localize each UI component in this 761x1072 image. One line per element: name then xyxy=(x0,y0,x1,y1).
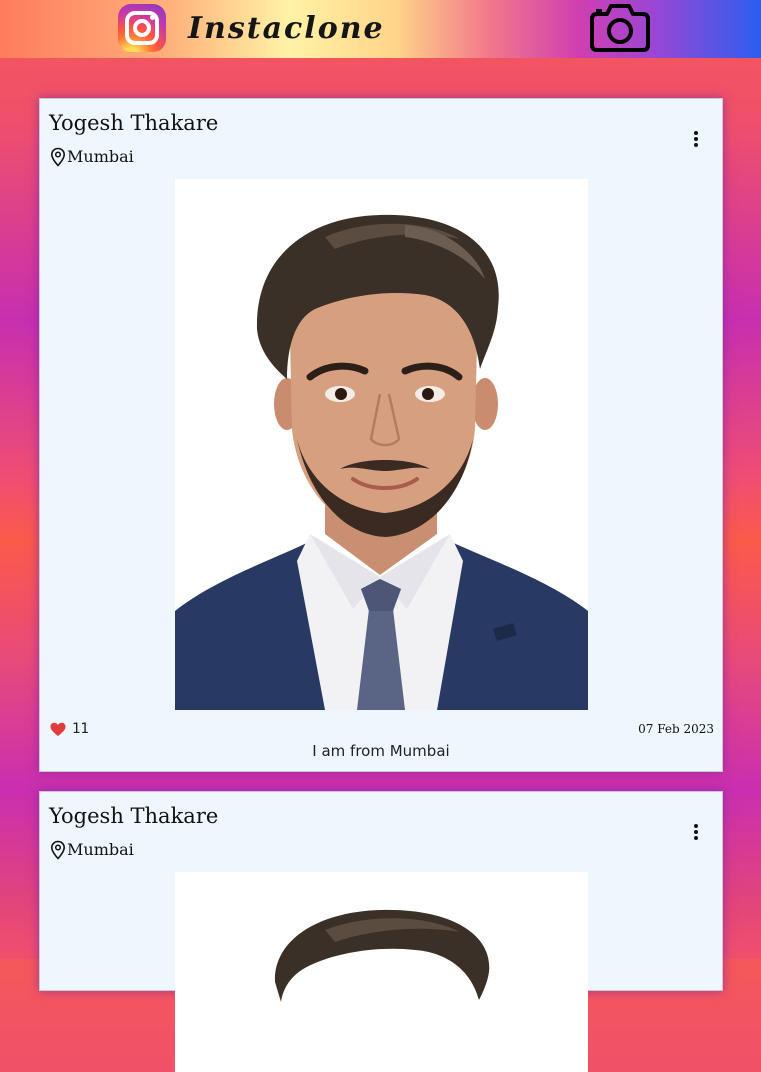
instagram-logo-icon[interactable] xyxy=(118,4,166,52)
camera-icon xyxy=(590,4,650,52)
more-vertical-icon xyxy=(694,131,698,147)
new-post-button[interactable] xyxy=(589,3,651,53)
like-count: 11 xyxy=(72,721,89,737)
post-image[interactable] xyxy=(175,872,588,1072)
portrait-photo xyxy=(175,179,588,710)
app-name[interactable]: Instaclone xyxy=(188,9,385,49)
location-text: Mumbai xyxy=(67,840,134,859)
location-pin-icon xyxy=(50,840,66,860)
post-date: 07 Feb 2023 xyxy=(638,722,714,736)
portrait-photo xyxy=(175,872,588,1072)
post-menu-button[interactable] xyxy=(686,129,706,149)
more-vertical-icon xyxy=(694,824,698,840)
post-card: Yogesh Thakare Mumbai xyxy=(39,791,723,1072)
logo-dot xyxy=(150,15,155,20)
location-pin-icon xyxy=(50,147,66,167)
location-text: Mumbai xyxy=(67,147,134,166)
post-menu-button[interactable] xyxy=(686,822,706,842)
post-author[interactable]: Yogesh Thakare xyxy=(49,802,218,830)
like-button[interactable]: 11 xyxy=(50,720,89,738)
post-location: Mumbai xyxy=(50,145,134,169)
post-description: I am from Mumbai xyxy=(312,742,450,760)
post-image[interactable] xyxy=(175,179,588,710)
logo-lens xyxy=(133,19,151,37)
app-header: Instaclone xyxy=(0,0,761,58)
heart-icon xyxy=(50,722,66,736)
post-location: Mumbai xyxy=(50,838,134,862)
post-card: Yogesh Thakare Mumbai xyxy=(39,98,723,772)
post-author[interactable]: Yogesh Thakare xyxy=(49,109,218,137)
